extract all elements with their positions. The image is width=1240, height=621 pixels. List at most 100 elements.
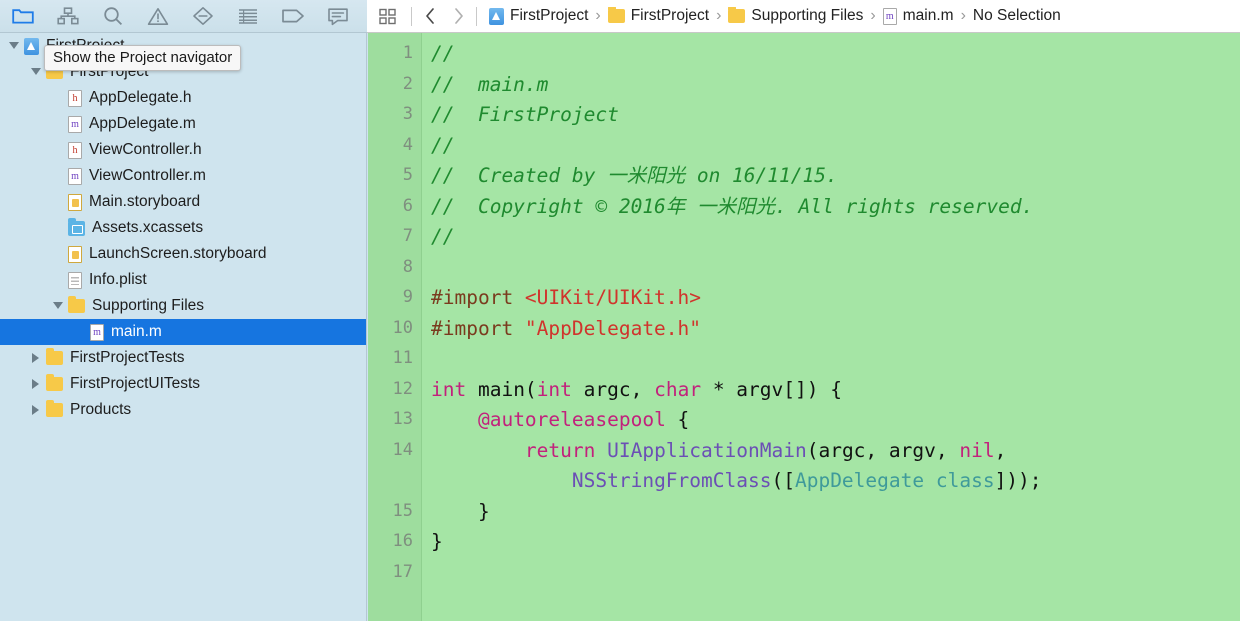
code-line[interactable]: // [431, 39, 454, 69]
line-number: 8 [402, 256, 413, 277]
tree-row[interactable]: Info.plist [0, 267, 366, 293]
breadcrumb-label: main.m [902, 7, 954, 24]
code-token-pl: main( [466, 377, 537, 401]
forward-button[interactable] [444, 0, 472, 33]
code-line[interactable]: int main(int argc, char * argv[]) { [431, 375, 842, 405]
code-token-pl: ([ [771, 469, 795, 492]
line-number: 2 [402, 73, 413, 94]
project-navigator[interactable]: FirstProjectFirstProjecthAppDelegate.hmA… [0, 33, 367, 621]
disclosure-triangle-icon[interactable] [52, 301, 63, 312]
code-line[interactable]: return UIApplicationMain(argc, argv, nil… [431, 436, 1006, 466]
disclosure-triangle-icon[interactable] [8, 41, 19, 52]
code-line[interactable]: @autoreleasepool { [431, 405, 689, 435]
code-token-pl: { [665, 408, 690, 431]
folder-icon [46, 400, 63, 417]
disclosure-triangle-icon[interactable] [30, 352, 41, 364]
code-token-cm: // [431, 225, 455, 248]
code-token-pl: ])); [994, 469, 1042, 492]
code-line[interactable]: // [431, 222, 454, 252]
tree-row-label: FirstProjectUITests [70, 375, 201, 392]
line-number: 1 [402, 43, 413, 63]
disclosure-triangle-icon[interactable] [30, 67, 41, 78]
code-line[interactable]: // Copyright © 2016年 一米阳光. All rights re… [431, 192, 1033, 222]
folder-icon [46, 348, 63, 365]
test-list-icon[interactable] [225, 0, 270, 33]
code-line[interactable]: // main.m [431, 70, 548, 100]
code-line[interactable]: } [431, 527, 443, 557]
code-token-pl: (argc, argv, [806, 438, 960, 462]
tree-row[interactable]: m ViewController.m [0, 163, 366, 189]
code-token-str: <UIKit/UIKit.h> [524, 286, 702, 309]
tree-row[interactable]: FirstProjectUITests [0, 371, 366, 397]
tree-row[interactable]: m main.m [0, 319, 366, 345]
toolbar-divider [411, 6, 412, 26]
tree-row[interactable]: Supporting Files [0, 293, 366, 319]
breadcrumb-item-5[interactable]: No Selection [971, 7, 1063, 25]
m-file-icon: m [68, 115, 82, 133]
tree-row-label: AppDelegate.m [89, 115, 196, 132]
code-token-fn: NSStringFromClass [571, 469, 772, 492]
line-number: 10 [392, 317, 413, 338]
m-file-icon: m [882, 7, 897, 25]
code-line[interactable]: // FirstProject [431, 100, 619, 130]
debug-diamond-icon[interactable] [180, 0, 225, 33]
line-number: 3 [402, 104, 413, 124]
code-line[interactable]: // [431, 131, 454, 161]
storyboard-icon [68, 193, 82, 211]
code-area[interactable]: // // main.m // FirstProject // // Created b… [423, 33, 1240, 621]
code-line[interactable]: #import "AppDelegate.h" [431, 314, 701, 344]
disclosure-triangle-icon[interactable] [30, 404, 41, 416]
tree-row[interactable]: Main.storyboard [0, 189, 366, 215]
code-line-wrapped[interactable]: NSStringFromClass([AppDelegate class])); [431, 466, 1042, 496]
tree-row[interactable]: h ViewController.h [0, 137, 366, 163]
breakpoint-tag-icon[interactable] [270, 0, 315, 33]
code-token-cm: // Created by 一米阳光 on 16/11/15. [431, 164, 838, 187]
code-token-pl: } [431, 499, 490, 523]
code-token-fn: UIApplicationMain [607, 438, 807, 462]
tree-row[interactable]: FirstProjectTests [0, 345, 366, 371]
grid-icon[interactable] [367, 0, 407, 33]
breadcrumb-item-4[interactable]: m main.m [881, 7, 956, 25]
h-file-icon: h [68, 89, 82, 107]
tree-row-label: LaunchScreen.storyboard [89, 245, 267, 262]
code-token-kw: nil [959, 438, 995, 462]
folder-icon [68, 296, 85, 313]
back-button[interactable] [416, 0, 444, 33]
disclosure-triangle-icon[interactable] [30, 378, 41, 390]
folder-icon[interactable] [0, 0, 45, 33]
code-token-kw: char [654, 377, 702, 401]
breadcrumb-separator: › [595, 7, 601, 24]
tree-row[interactable]: Assets.xcassets [0, 215, 366, 241]
breadcrumb-item-1[interactable]: FirstProject [487, 7, 590, 25]
search-icon[interactable] [90, 0, 135, 33]
code-line[interactable]: // Created by 一米阳光 on 16/11/15. [431, 161, 838, 191]
tree-row[interactable]: h AppDelegate.h [0, 85, 366, 111]
h-file-icon: h [68, 141, 82, 159]
code-line[interactable]: } [431, 497, 490, 527]
code-line[interactable]: #import <UIKit/UIKit.h> [431, 283, 701, 313]
source-control-icon[interactable] [45, 0, 90, 33]
line-number: 16 [392, 531, 413, 551]
code-editor[interactable]: 1 2 3 4 5 6 7 8 9 10 11 12 13 14 15 16 17 //// main.m// … [368, 33, 1240, 621]
tree-row[interactable]: Products [0, 397, 366, 423]
line-number: 15 [392, 500, 413, 521]
breadcrumb-item-3[interactable]: Supporting Files [726, 7, 865, 25]
breadcrumb-label: FirstProject [630, 7, 710, 24]
code-token-kw: @autoreleasepool [477, 408, 666, 431]
code-token-pl: argc, [571, 377, 655, 401]
breadcrumb-item-2[interactable]: FirstProject [606, 7, 711, 25]
tree-row[interactable]: m AppDelegate.m [0, 111, 366, 137]
line-number: 11 [392, 348, 413, 368]
tree-row[interactable]: LaunchScreen.storyboard [0, 241, 366, 267]
report-comment-icon[interactable] [315, 0, 360, 33]
breadcrumb-label: FirstProject [510, 7, 589, 24]
breadcrumb-label: Supporting Files [751, 7, 864, 24]
warning-triangle-icon[interactable] [135, 0, 180, 33]
